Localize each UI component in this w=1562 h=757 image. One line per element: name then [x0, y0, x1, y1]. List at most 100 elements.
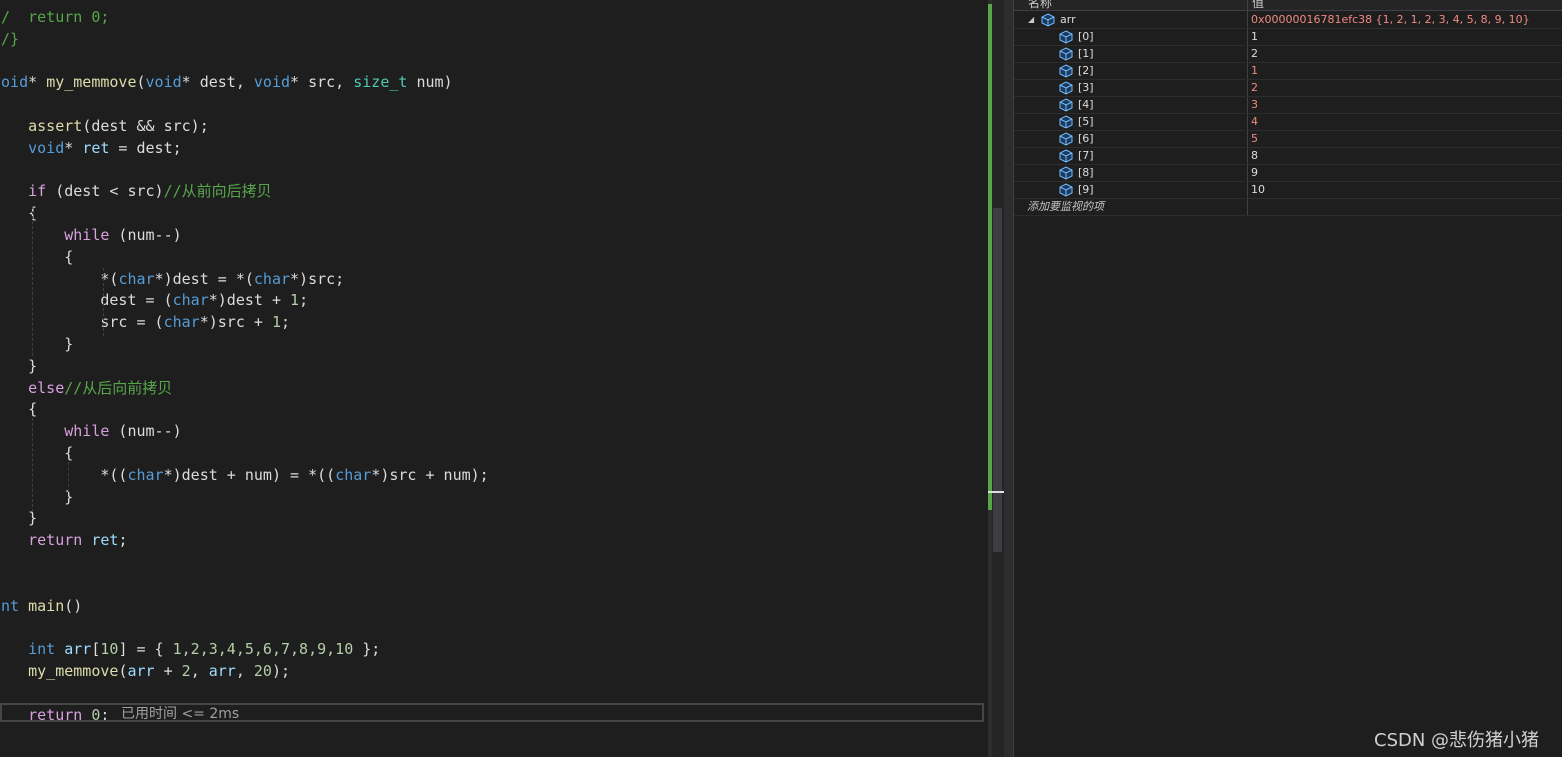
variable-icon [1059, 47, 1073, 61]
column-header-name[interactable]: 名称 [1028, 0, 1052, 10]
code-token: char [335, 465, 372, 484]
watch-row[interactable]: [1] 2 [1014, 46, 1562, 63]
code-token: assert [28, 117, 83, 135]
code-line[interactable]: void* my_memmove(void* dest, void* src, … [0, 71, 453, 93]
add-watch-placeholder[interactable]: 添加要监视的项 [1027, 199, 1104, 215]
watch-value: 10 [1251, 183, 1265, 196]
watch-row[interactable]: [9] 10 [1014, 182, 1562, 199]
code-line[interactable]: src = (char*)src + 1; [0, 311, 290, 333]
code-line[interactable]: return ret; [0, 529, 127, 551]
variable-icon [1059, 132, 1073, 146]
watch-row[interactable]: [6] 5 [1014, 131, 1562, 148]
watch-row[interactable]: [8] 9 [1014, 165, 1562, 182]
watch-name: [0] [1078, 30, 1094, 43]
watch-row[interactable]: [5] 4 [1014, 114, 1562, 131]
watch-header: 名称 值 [1014, 0, 1562, 11]
code-line[interactable]: else//从后向前拷贝 [0, 377, 172, 399]
code-token: }; [353, 640, 381, 659]
code-token: * src, [290, 73, 354, 92]
code-token: char [127, 465, 164, 484]
code-token: *)dest = *( [154, 269, 254, 288]
watch-name: [7] [1078, 149, 1094, 162]
variable-icon [1059, 115, 1073, 129]
code-token: my_memmove [28, 662, 119, 680]
watch-row[interactable]: [4] 3 [1014, 97, 1562, 114]
code-token: 2 [181, 662, 191, 680]
code-token: src = ( [0, 313, 164, 332]
watch-add-row[interactable]: 添加要监视的项 [1014, 199, 1562, 216]
code-line[interactable]: } [0, 333, 73, 355]
code-line[interactable]: int arr[10] = { 1,2,3,4,5,6,7,8,9,10 }; [0, 638, 380, 660]
code-line[interactable]: } [0, 486, 73, 508]
code-line[interactable]: while (num--) [0, 224, 182, 246]
code-line[interactable]: if (dest < src)//从前向后拷贝 [0, 180, 272, 202]
code-line[interactable]: //} [0, 28, 19, 50]
code-token: (num--) [109, 226, 182, 244]
code-token: { [28, 400, 38, 419]
code-token: return [28, 531, 83, 550]
code-token: ; [299, 291, 309, 310]
collapse-arrow-icon[interactable]: ◢ [1028, 15, 1034, 24]
watch-row-arr[interactable]: ◢ arr 0x00000016781efc38 {1, 2, 1, 2, 3,… [1014, 12, 1562, 29]
indent-guide [32, 206, 33, 356]
code-token: char [118, 269, 155, 288]
code-line[interactable]: *((char*)dest + num) = *((char*)src + nu… [0, 464, 488, 486]
code-token: } [28, 356, 38, 375]
code-line[interactable]: my_memmove(arr + 2, arr, 20); [0, 660, 290, 682]
code-token: * dest, [181, 73, 254, 92]
code-editor[interactable]: // return 0;//} void* my_memmove(void* de… [0, 0, 988, 757]
code-token: *(( [0, 465, 128, 484]
code-token: arr [208, 662, 236, 680]
code-line[interactable]: dest = (char*)dest + 1; [0, 289, 308, 311]
watch-value: 4 [1251, 115, 1258, 128]
variable-icon [1059, 81, 1073, 95]
scrollbar-thumb[interactable] [993, 208, 1002, 552]
code-line[interactable]: int main() [0, 595, 82, 617]
code-line[interactable]: { [0, 246, 73, 268]
watch-row[interactable]: [7] 8 [1014, 148, 1562, 165]
code-line[interactable]: } [0, 355, 37, 377]
column-header-value[interactable]: 值 [1252, 0, 1264, 10]
code-line[interactable]: *(char*)dest = *(char*)src; [0, 268, 344, 290]
code-token: while [64, 226, 110, 244]
code-token: ; [118, 531, 128, 550]
watch-row[interactable]: [2] 1 [1014, 63, 1562, 80]
code-token: num) [407, 73, 453, 92]
code-token: void [145, 73, 182, 92]
watch-window[interactable]: 名称 值 ◢ arr 0x00000016781efc38 {1, 2, 1, … [1014, 0, 1562, 757]
code-token: arr [64, 640, 92, 659]
code-token: 20 [253, 662, 272, 680]
code-token: *( [0, 269, 119, 288]
code-token: void [253, 73, 291, 92]
watch-row[interactable]: [3] 2 [1014, 80, 1562, 97]
watch-name: [5] [1078, 115, 1094, 128]
code-token: 10 [100, 640, 119, 659]
indent-guide [32, 418, 33, 512]
code-token: void [28, 138, 65, 157]
code-token: *)dest + [208, 291, 291, 310]
code-line[interactable]: { [0, 616, 1, 638]
code-line[interactable]: assert(dest && src); [0, 115, 209, 137]
code-token: , [190, 662, 209, 680]
watch-value: 3 [1251, 98, 1258, 111]
code-token: 1,2,3,4,5,6,7,8,9,10 [172, 640, 354, 659]
code-token: { [0, 247, 74, 266]
code-line[interactable]: // return 0; [0, 6, 109, 28]
watch-name: [9] [1078, 183, 1094, 196]
code-token: //} [0, 29, 20, 48]
code-token: arr [127, 662, 155, 680]
watch-row[interactable]: [0] 1 [1014, 29, 1562, 46]
code-line[interactable]: while (num--) [0, 420, 181, 442]
code-line[interactable]: { [0, 442, 73, 464]
code-token: ret [91, 531, 119, 550]
watch-value: 2 [1251, 81, 1258, 94]
code-token: ( [136, 73, 146, 92]
code-line[interactable]: { [0, 93, 1, 115]
code-line[interactable]: void* ret = dest; [0, 137, 182, 159]
code-token: , [235, 662, 254, 680]
